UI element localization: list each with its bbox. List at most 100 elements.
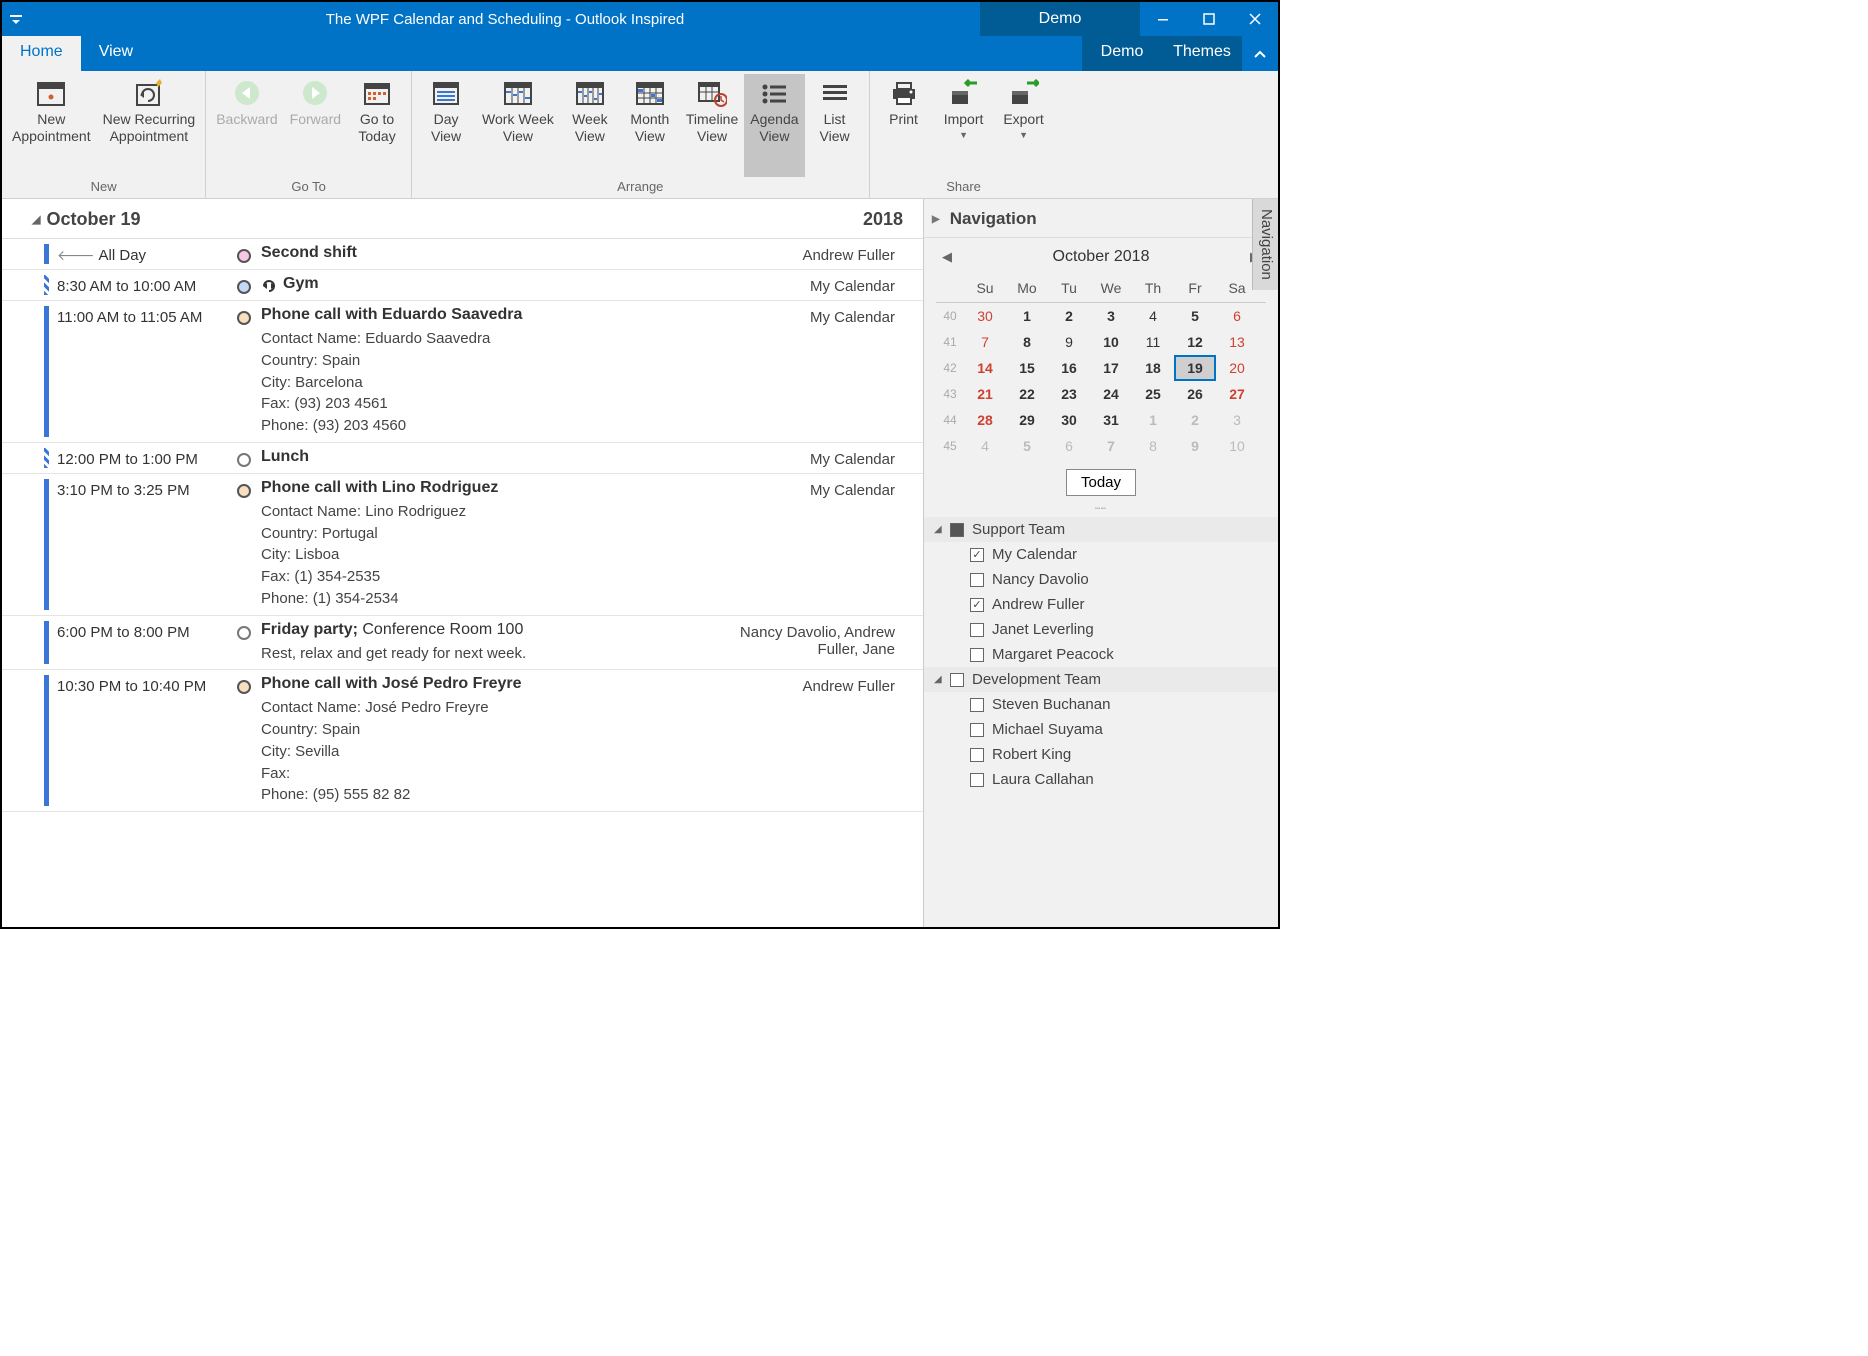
calendar-day[interactable]: 9 <box>1048 329 1090 355</box>
tree-item[interactable]: ✓My Calendar <box>924 542 1278 567</box>
tree-item[interactable]: Laura Callahan <box>924 767 1278 792</box>
ribbon-collapse-icon[interactable] <box>1242 36 1278 71</box>
checkbox[interactable] <box>970 648 984 662</box>
calendar-day[interactable]: 8 <box>1006 329 1048 355</box>
calendar-day[interactable]: 10 <box>1216 433 1258 459</box>
calendar-day[interactable]: 2 <box>1174 407 1216 433</box>
close-button[interactable] <box>1232 2 1278 36</box>
day-view-button[interactable]: Day View <box>416 74 476 177</box>
navigation-vertical-tab[interactable]: Navigation <box>1252 199 1278 290</box>
calendar-day[interactable]: 19 <box>1174 355 1216 381</box>
tree-group[interactable]: ◢Development Team <box>924 667 1278 692</box>
calendar-day[interactable]: 31 <box>1090 407 1132 433</box>
calendar-day[interactable]: 23 <box>1048 381 1090 407</box>
import-button[interactable]: Import▼ <box>934 74 994 177</box>
prev-month-button[interactable]: ◀ <box>936 249 958 265</box>
tree-item[interactable]: Robert King <box>924 742 1278 767</box>
quick-access-dropdown-icon[interactable] <box>2 2 30 36</box>
forward-button[interactable]: Forward <box>284 74 347 177</box>
work-week-view-button[interactable]: Work Week View <box>476 74 560 177</box>
tree-item[interactable]: Margaret Peacock <box>924 642 1278 667</box>
calendar-day[interactable]: 30 <box>964 303 1006 329</box>
tab-themes[interactable]: Themes <box>1162 36 1242 71</box>
calendar-day[interactable]: 28 <box>964 407 1006 433</box>
tree-item[interactable]: Nancy Davolio <box>924 567 1278 592</box>
calendar-day[interactable]: 1 <box>1132 407 1174 433</box>
agenda-view-button[interactable]: Agenda View <box>744 74 804 177</box>
minimize-button[interactable] <box>1140 2 1186 36</box>
calendar-day[interactable]: 20 <box>1216 355 1258 381</box>
calendar-day[interactable]: 5 <box>1006 433 1048 459</box>
print-button[interactable]: Print <box>874 74 934 177</box>
checkbox[interactable]: ✓ <box>970 548 984 562</box>
calendar-day[interactable]: 15 <box>1006 355 1048 381</box>
calendar-day[interactable]: 3 <box>1216 407 1258 433</box>
calendar-day[interactable]: 26 <box>1174 381 1216 407</box>
agenda-row[interactable]: 8:30 AM to 10:00 AM Gym My Calendar <box>2 270 923 301</box>
tab-home[interactable]: Home <box>2 36 81 71</box>
new-appointment-button[interactable]: New Appointment <box>6 74 97 177</box>
timeline-view-button[interactable]: Timeline View <box>680 74 744 177</box>
month-view-button[interactable]: Month View <box>620 74 680 177</box>
calendar-day[interactable]: 25 <box>1132 381 1174 407</box>
tree-item[interactable]: Steven Buchanan <box>924 692 1278 717</box>
calendar-day[interactable]: 13 <box>1216 329 1258 355</box>
calendar-day[interactable]: 3 <box>1090 303 1132 329</box>
tree-item[interactable]: ✓Andrew Fuller <box>924 592 1278 617</box>
checkbox[interactable] <box>970 573 984 587</box>
checkbox[interactable] <box>970 748 984 762</box>
calendar-day[interactable]: 17 <box>1090 355 1132 381</box>
navigation-header[interactable]: ▶ Navigation <box>924 199 1278 238</box>
calendar-day[interactable]: 7 <box>964 329 1006 355</box>
week-view-button[interactable]: Week View <box>560 74 620 177</box>
resize-grip-icon[interactable]: ┉┉ <box>936 504 1266 513</box>
agenda-list[interactable]: 🡐All Day Second shift Andrew Fuller 8:30… <box>2 239 923 927</box>
calendar-day[interactable]: 5 <box>1174 303 1216 329</box>
tab-view[interactable]: View <box>81 36 151 71</box>
export-button[interactable]: Export▼ <box>994 74 1054 177</box>
agenda-row[interactable]: 6:00 PM to 8:00 PM Friday party; Confere… <box>2 616 923 671</box>
calendar-day[interactable]: 29 <box>1006 407 1048 433</box>
checkbox[interactable] <box>970 773 984 787</box>
checkbox[interactable] <box>970 698 984 712</box>
calendar-day[interactable]: 10 <box>1090 329 1132 355</box>
checkbox[interactable] <box>950 523 964 537</box>
calendar-day[interactable]: 2 <box>1048 303 1090 329</box>
calendar-day[interactable]: 16 <box>1048 355 1090 381</box>
calendar-day[interactable]: 1 <box>1006 303 1048 329</box>
tab-demo[interactable]: Demo <box>1082 36 1162 71</box>
calendar-day[interactable]: 14 <box>964 355 1006 381</box>
calendar-day[interactable]: 11 <box>1132 329 1174 355</box>
calendar-day[interactable]: 4 <box>1132 303 1174 329</box>
maximize-button[interactable] <box>1186 2 1232 36</box>
agenda-row[interactable]: 3:10 PM to 3:25 PM Phone call with Lino … <box>2 474 923 616</box>
agenda-date-header[interactable]: ◢ October 19 2018 <box>2 199 923 239</box>
checkbox[interactable] <box>970 723 984 737</box>
agenda-row[interactable]: 10:30 PM to 10:40 PM Phone call with Jos… <box>2 670 923 812</box>
list-view-button[interactable]: List View <box>805 74 865 177</box>
goto-today-button[interactable]: Go to Today <box>347 74 407 177</box>
tree-item[interactable]: Janet Leverling <box>924 617 1278 642</box>
new-recurring-appointment-button[interactable]: New Recurring Appointment <box>97 74 202 177</box>
tree-item[interactable]: Michael Suyama <box>924 717 1278 742</box>
calendar-day[interactable]: 9 <box>1174 433 1216 459</box>
calendar-day[interactable]: 18 <box>1132 355 1174 381</box>
calendar-day[interactable]: 27 <box>1216 381 1258 407</box>
calendar-day[interactable]: 8 <box>1132 433 1174 459</box>
tree-group[interactable]: ◢Support Team <box>924 517 1278 542</box>
agenda-row[interactable]: 11:00 AM to 11:05 AM Phone call with Edu… <box>2 301 923 443</box>
calendar-day[interactable]: 22 <box>1006 381 1048 407</box>
calendar-day[interactable]: 6 <box>1048 433 1090 459</box>
calendar-day[interactable]: 6 <box>1216 303 1258 329</box>
checkbox[interactable] <box>950 673 964 687</box>
calendar-day[interactable]: 24 <box>1090 381 1132 407</box>
agenda-row[interactable]: 🡐All Day Second shift Andrew Fuller <box>2 239 923 270</box>
calendar-day[interactable]: 4 <box>964 433 1006 459</box>
backward-button[interactable]: Backward <box>210 74 283 177</box>
calendar-day[interactable]: 7 <box>1090 433 1132 459</box>
calendar-day[interactable]: 21 <box>964 381 1006 407</box>
checkbox[interactable]: ✓ <box>970 598 984 612</box>
agenda-row[interactable]: 12:00 PM to 1:00 PM Lunch My Calendar <box>2 443 923 474</box>
today-button[interactable]: Today <box>1066 469 1136 496</box>
calendar-day[interactable]: 30 <box>1048 407 1090 433</box>
